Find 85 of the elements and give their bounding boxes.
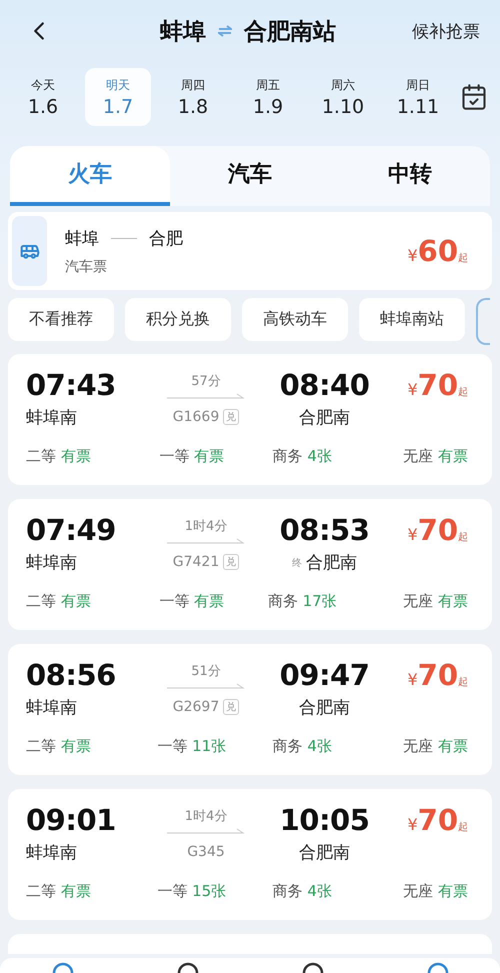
- seat-availability: 无座 有票: [403, 882, 468, 901]
- price-suffix: 起: [458, 386, 468, 399]
- seat-availability: 无座 有票: [403, 447, 468, 466]
- departure-station: 蚌埠南: [26, 697, 77, 719]
- price: 70: [418, 513, 458, 547]
- exchange-tag: 兑: [223, 409, 240, 425]
- filter-chip[interactable]: 不看推荐: [8, 298, 114, 341]
- price-suffix: 起: [458, 676, 468, 689]
- duration: 1时4分: [184, 808, 228, 825]
- destination-city: 合肥: [149, 228, 183, 250]
- duration: 51分: [191, 663, 221, 680]
- arrival-station: 合肥南: [299, 697, 350, 719]
- exchange-tag: 兑: [223, 699, 240, 715]
- seat-availability: 一等 15张: [157, 882, 226, 901]
- seat-availability: 商务 4张: [272, 882, 332, 901]
- seat-availability: 二等 有票: [26, 447, 91, 466]
- date-tab[interactable]: 周日 1.11: [385, 68, 451, 126]
- currency-symbol: ¥: [407, 525, 418, 544]
- mode-tab[interactable]: 中转: [330, 146, 490, 206]
- train-card[interactable]: 08:56 蚌埠南 51分 G2697 兑 09:47 合肥南 ¥70起 二等 有票 一等 11张 商务 4张 无座 有票: [8, 644, 492, 775]
- seat-availability: 商务 4张: [272, 447, 332, 466]
- mode-tab[interactable]: 汽车: [170, 146, 330, 206]
- departure-time: 09:01: [26, 803, 116, 837]
- price-suffix: 起: [458, 820, 468, 834]
- destination-station: 合肥南站: [244, 18, 336, 46]
- seat-availability: 二等 有票: [26, 882, 91, 901]
- departure-time: 07:43: [26, 368, 116, 402]
- date-tab[interactable]: 明天 1.7: [85, 68, 151, 126]
- terminal-tag: 终: [292, 556, 302, 570]
- currency-symbol: ¥: [407, 380, 418, 399]
- arrival-time: 09:47: [280, 658, 370, 692]
- arrival-time: 10:05: [280, 803, 370, 837]
- date-tab[interactable]: 周四 1.8: [160, 68, 226, 126]
- train-number: G2697: [172, 699, 220, 715]
- arrival-station: 合肥南: [306, 552, 357, 574]
- seat-availability: 二等 有票: [26, 592, 91, 611]
- price: 70: [418, 658, 458, 692]
- exchange-tag: 兑: [223, 554, 240, 570]
- arrival-time: 08:53: [280, 513, 370, 547]
- price-suffix: 起: [458, 252, 468, 265]
- mode-tab[interactable]: 火车: [10, 146, 170, 206]
- train-number: G1669: [172, 409, 220, 425]
- date-tab[interactable]: 周六 1.10: [310, 68, 376, 126]
- price-suffix: 起: [458, 530, 468, 544]
- ticket-type: 汽车票: [65, 258, 108, 276]
- swap-icon[interactable]: [218, 25, 232, 37]
- departure-station: 蚌埠南: [26, 552, 77, 574]
- currency-symbol: ¥: [407, 246, 418, 265]
- currency-symbol: ¥: [407, 670, 418, 689]
- origin-city: 蚌埠: [65, 228, 99, 250]
- seat-availability: 无座 有票: [403, 737, 468, 756]
- train-card[interactable]: 09:01 蚌埠南 1时4分 G345 10:05 合肥南 ¥70起 二等 有票 一等 15张 商务 4张 无座 有票: [8, 789, 492, 920]
- arrival-station: 合肥南: [299, 842, 350, 864]
- price: 70: [418, 803, 458, 837]
- duration: 57分: [191, 373, 221, 390]
- seat-availability: 商务 17张: [268, 592, 337, 611]
- seat-availability: 二等 有票: [26, 737, 91, 756]
- price: 60: [418, 234, 458, 268]
- bus-ticket-card[interactable]: 蚌埠 合肥 汽车票 ¥60起: [8, 212, 492, 290]
- departure-station: 蚌埠南: [26, 842, 77, 864]
- train-number: G7421: [172, 554, 220, 570]
- date-tab[interactable]: 周五 1.9: [235, 68, 301, 126]
- departure-time: 07:49: [26, 513, 116, 547]
- currency-symbol: ¥: [407, 815, 418, 834]
- calendar-icon[interactable]: [460, 83, 488, 111]
- departure-station: 蚌埠南: [26, 407, 77, 429]
- origin-city: 蚌埠: [160, 18, 206, 46]
- seat-availability: 无座 有票: [403, 592, 468, 611]
- date-tab[interactable]: 今天 1.6: [10, 68, 76, 126]
- arrival-station: 合肥南: [299, 407, 350, 429]
- waitlist-button[interactable]: 候补抢票: [412, 20, 480, 42]
- duration: 1时4分: [184, 518, 228, 535]
- seat-availability: 商务 4张: [272, 737, 332, 756]
- filter-chip[interactable]: 蚌埠南站: [359, 298, 465, 341]
- price: 70: [418, 368, 458, 402]
- train-card[interactable]: 07:49 蚌埠南 1时4分 G7421 兑 08:53 终 合肥南 ¥70起 二等 有票 一等 有票 商务 17张 无座 有票: [8, 499, 492, 630]
- filter-chip[interactable]: 高铁动车: [242, 298, 348, 341]
- seat-availability: 一等 11张: [157, 737, 226, 756]
- filter-chip[interactable]: 积分兑换: [125, 298, 231, 341]
- train-number: G345: [187, 844, 225, 860]
- departure-time: 08:56: [26, 658, 116, 692]
- seat-availability: 一等 有票: [159, 592, 224, 611]
- seat-availability: 一等 有票: [159, 447, 224, 466]
- arrival-time: 08:40: [280, 368, 370, 402]
- train-card[interactable]: 07:43 蚌埠南 57分 G1669 兑 08:40 合肥南 ¥70起 二等 有票 一等 有票 商务 4张 无座 有票: [8, 354, 492, 485]
